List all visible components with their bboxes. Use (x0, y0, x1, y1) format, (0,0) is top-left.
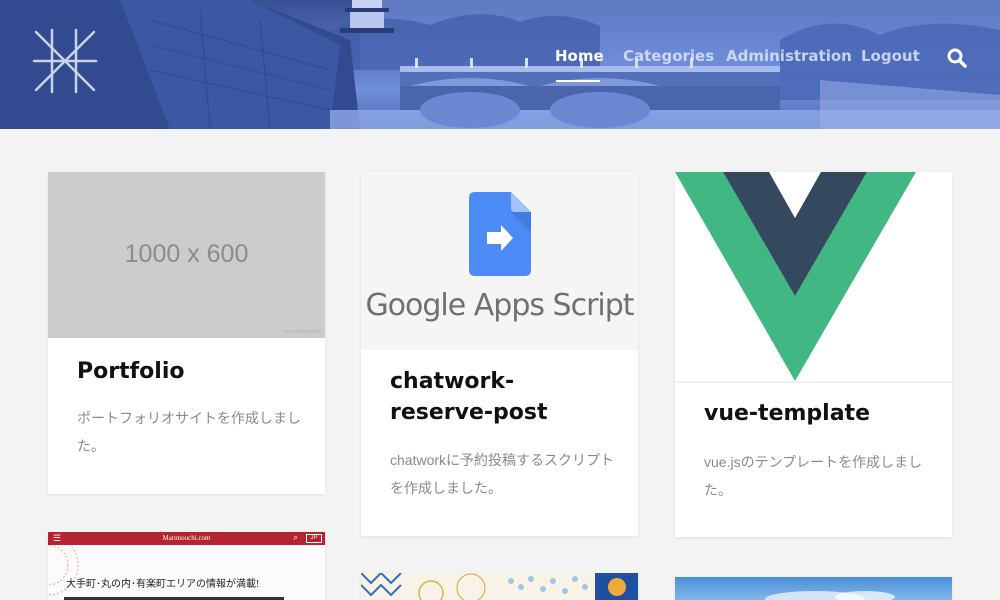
card-thumbnail: Google Apps Script (361, 172, 638, 350)
card-description: ポートフォリオサイトを作成しました。 (77, 410, 301, 454)
banner-body: 大手町･丸の内･有楽町エリアの情報が満載! (48, 545, 325, 600)
post-card-portfolio[interactable]: 1000 x 600 www.dummy.com Portfolio ポートフォ… (48, 172, 325, 494)
decorative-pattern (48, 545, 79, 596)
vue-logo-icon (675, 172, 916, 381)
banner-site-title: Marunouchi.com (162, 534, 211, 542)
card-thumbnail-caption: Google Apps Script (365, 288, 634, 323)
card-title[interactable]: Portfolio (77, 356, 302, 387)
post-card-chatwork[interactable]: Google Apps Script chatwork-reserve-post… (361, 172, 638, 536)
search-icon: ⌕ (293, 532, 299, 542)
hero-header: Home Categories Administration Logout (0, 0, 1000, 129)
card-thumbnail (675, 172, 916, 381)
google-apps-script-icon (469, 192, 531, 276)
thumbnail-divider (675, 381, 952, 383)
nav-active-indicator (556, 80, 600, 82)
card-description: chatworkに予約投稿するスクリプトを作成しました。 (390, 452, 615, 496)
language-button: JP (306, 534, 322, 543)
nav-home[interactable]: Home (555, 47, 604, 65)
placeholder-size-label: 1000 x 600 (124, 240, 249, 268)
search-icon[interactable] (946, 47, 968, 69)
card-thumbnail-placeholder: 1000 x 600 www.dummy.com (48, 172, 325, 338)
placeholder-watermark: www.dummy.com (282, 329, 321, 335)
banner-tagline: 大手町･丸の内･有楽町エリアの情報が満載! (66, 579, 260, 590)
site-header-bar: ☰ Marunouchi.com ⌕ JP (48, 532, 325, 545)
nav-categories[interactable]: Categories (623, 47, 714, 65)
post-card-vue[interactable]: vue-template vue.jsのテンプレートを作成しました。 (675, 172, 952, 537)
nav-logout[interactable]: Logout (861, 47, 920, 65)
card-title[interactable]: vue-template (704, 398, 929, 429)
card-thumbnail (675, 577, 952, 600)
card-description: vue.jsのテンプレートを作成しました。 (704, 454, 923, 498)
card-thumbnail (361, 573, 638, 600)
nav-administration[interactable]: Administration (726, 47, 852, 65)
card-title[interactable]: chatwork-reserve-post (390, 366, 615, 428)
post-card-pattern[interactable] (361, 573, 638, 600)
post-card-sky[interactable] (675, 577, 952, 600)
post-card-marunouchi[interactable]: ☰ Marunouchi.com ⌕ JP 大手町･丸の内･有楽町エリアの情報が… (48, 532, 325, 600)
main-navigation: Home Categories Administration Logout (0, 47, 1000, 71)
